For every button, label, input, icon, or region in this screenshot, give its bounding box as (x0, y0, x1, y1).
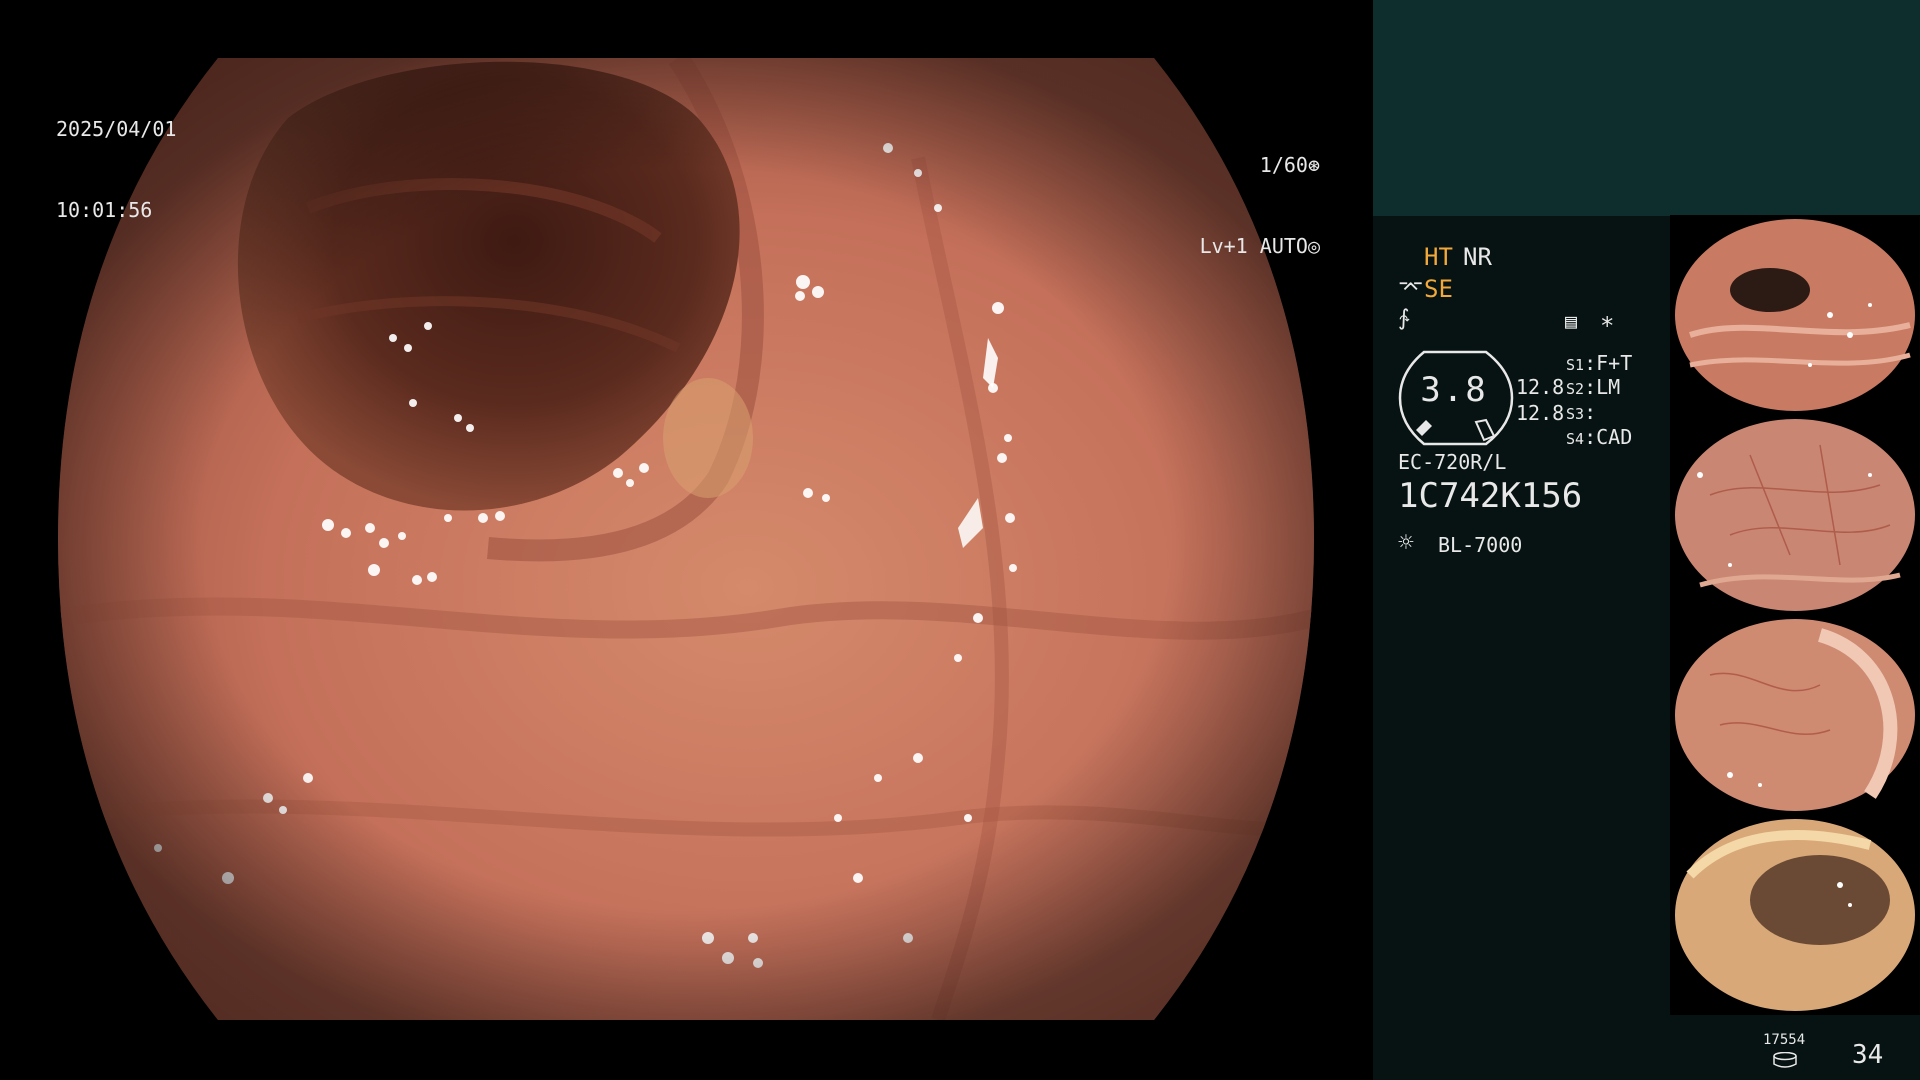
se-curve-icon: ⌤ (1398, 276, 1424, 301)
ht-indicator: HT (1424, 243, 1453, 271)
image-count: 34 (1852, 1040, 1884, 1070)
gauge-value: 3.8 (1420, 370, 1488, 410)
se-indicator: SE (1424, 275, 1453, 303)
value-2: 12.8 (1516, 401, 1565, 425)
capture-time: 10:01:56 (56, 198, 153, 222)
shutter-icon: ⊛ (1307, 153, 1320, 177)
f-curve-icon: ∱ (1398, 306, 1410, 331)
menu-icon: ▤ (1565, 309, 1578, 333)
thumbnail-1[interactable] (1670, 215, 1920, 415)
camera-settings: 1/60⊛ Lv+1 AUTO◎ (1200, 98, 1320, 314)
endoscopy-screen: 2025/04/01 10:01:56 1/60⊛ Lv+1 AUTO◎ HT … (0, 0, 1920, 1080)
storage-icon (1773, 1052, 1797, 1068)
brightness-level: Lv+1 (1199, 234, 1248, 258)
auto-icon: ◎ (1307, 234, 1320, 258)
endoscope-image (58, 58, 1314, 1020)
scope-model: EC-720R/L (1398, 450, 1507, 474)
panel-top-strip (1373, 0, 1920, 216)
switch-4: S4:CAD (1566, 425, 1633, 449)
light-source: BL-7000 (1438, 533, 1523, 557)
nr-indicator: NR (1463, 243, 1492, 271)
shutter-speed: 1/60 (1259, 153, 1308, 177)
thumbnail-3[interactable] (1670, 615, 1920, 815)
storage-count: 17554 (1763, 1032, 1806, 1048)
thumbnail-4[interactable] (1670, 815, 1920, 1015)
capture-datetime: 2025/04/01 10:01:56 (56, 62, 176, 278)
star-icon: ∗ (1600, 307, 1615, 335)
scope-serial: 1C742K156 (1398, 476, 1583, 516)
exposure-mode: AUTO (1259, 234, 1308, 258)
capture-date: 2025/04/01 (56, 117, 177, 141)
lamp-icon: ☼ (1398, 528, 1414, 558)
thumbnail-2[interactable] (1670, 415, 1920, 615)
